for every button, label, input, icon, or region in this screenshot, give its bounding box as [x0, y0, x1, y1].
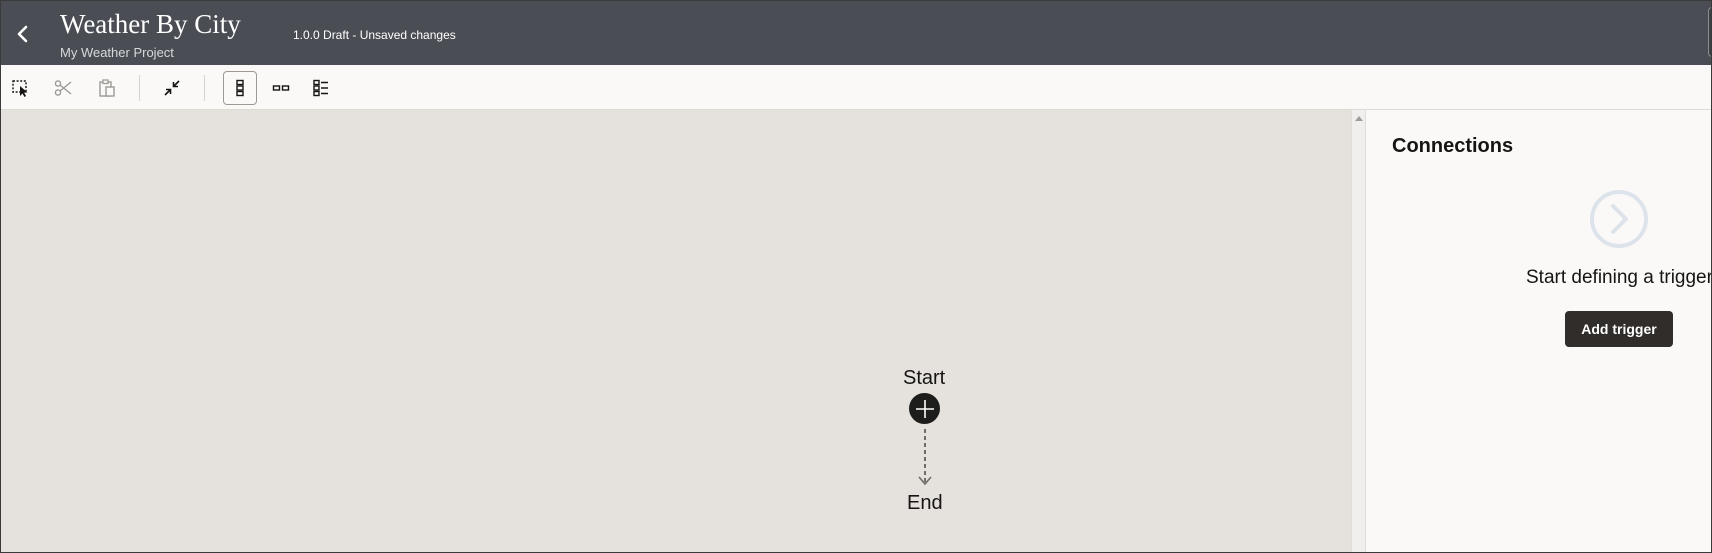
scroll-up-arrow[interactable] [1353, 112, 1365, 124]
flow-connector [918, 429, 932, 486]
cut-icon [54, 80, 72, 96]
vertical-layout-icon [236, 79, 244, 97]
chevron-left-icon [17, 25, 28, 43]
add-trigger-button[interactable]: Add trigger [1565, 311, 1673, 347]
app-header: Weather By City My Weather Project 1.0.0… [1, 1, 1711, 65]
header-overflow-control[interactable] [1708, 7, 1711, 57]
connections-panel: Connections Start defining a trigger Add… [1365, 110, 1712, 552]
project-name: My Weather Project [60, 45, 174, 60]
pseudo-view-icon [313, 79, 328, 97]
end-label: End [907, 492, 943, 514]
select-button[interactable] [4, 71, 38, 105]
horizontal-layout-button[interactable] [264, 71, 298, 105]
cut-button[interactable] [46, 71, 80, 105]
chevron-right-circle-icon [1590, 190, 1648, 248]
vertical-layout-button[interactable] [223, 71, 257, 105]
select-icon [12, 80, 28, 97]
canvas-toolbar [1, 65, 1711, 110]
pseudo-view-button[interactable] [304, 71, 338, 105]
integration-canvas[interactable] [1, 110, 1351, 552]
panel-title: Connections [1392, 135, 1514, 157]
paste-button[interactable] [90, 71, 124, 105]
back-button[interactable] [9, 17, 37, 51]
toolbar-divider [139, 75, 140, 101]
empty-state-message: Start defining a trigger [1526, 267, 1712, 288]
app-frame: Weather By City My Weather Project 1.0.0… [0, 0, 1712, 553]
collapse-button[interactable] [155, 71, 189, 105]
paste-icon [99, 79, 115, 97]
caret-up-icon [1355, 116, 1363, 121]
integration-title: Weather By City [60, 9, 241, 39]
toolbar-divider [204, 75, 205, 101]
canvas-scrollbar[interactable] [1351, 110, 1365, 552]
start-label: Start [903, 367, 946, 389]
collapse-icon [164, 80, 180, 96]
horizontal-layout-icon [272, 85, 290, 91]
start-node-add-button[interactable] [909, 393, 940, 424]
version-status: 1.0.0 Draft - Unsaved changes [293, 28, 456, 42]
plus-icon [915, 399, 934, 418]
